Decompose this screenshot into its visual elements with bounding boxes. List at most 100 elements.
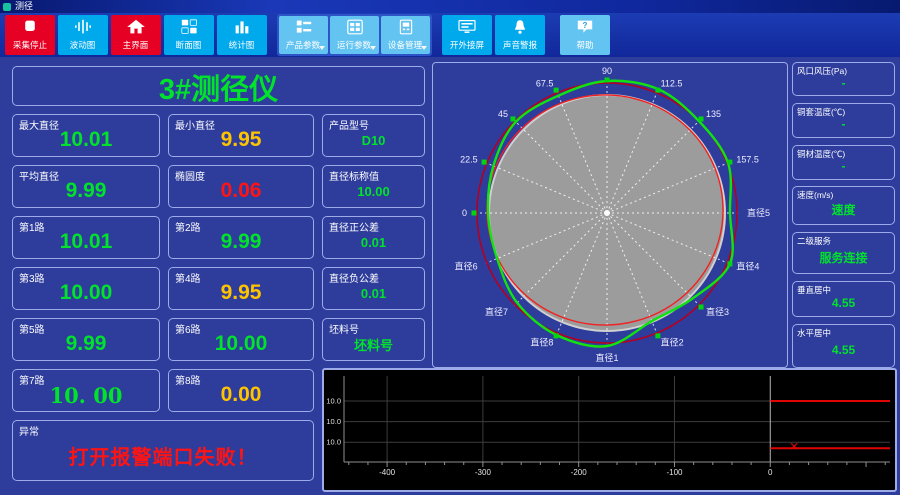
toolbar-button-collect-stop[interactable]: 采集停止: [5, 15, 55, 55]
field-value: 10. 00: [49, 382, 123, 408]
trend-y-label: 10.0: [326, 396, 341, 405]
trend-x-label: 0: [768, 468, 773, 477]
grid-squares-icon: [181, 19, 197, 34]
field-channel-6: 第6路 10.00: [168, 318, 314, 361]
polar-label: 112.5: [661, 79, 683, 89]
field-value: 10.01: [59, 230, 113, 253]
trend-chart: 10.0 10.0 10.0 -400 -300 -200 -100 0: [326, 376, 890, 477]
trend-panel: 10.0 10.0 10.0 -400 -300 -200 -100 0: [322, 368, 897, 492]
toolbar-button-main-screen[interactable]: 主界面: [111, 15, 161, 55]
alert-message: 打开报警端口失败！: [68, 446, 258, 469]
chevron-down-icon: [421, 46, 427, 50]
toolbar-button-label: 产品参数: [286, 40, 321, 50]
field-min-diameter: 最小直径 9.95: [168, 114, 314, 157]
field-value: 10.00: [214, 332, 268, 355]
cross-section-panel: 90 112.5 135 157.5 直径5 直径4 直径3 直径2 直径1 直径8 直径7 直径6 0…: [432, 62, 788, 368]
polar-label: 直径8: [530, 336, 553, 347]
field-value: 9.99: [220, 230, 262, 253]
toolbar: 采集停止 波动图 主界面 断面图 统计图 产品参数 运行参数 设备管理 开外接屏…: [0, 13, 900, 57]
trend-y-label: 10.0: [326, 438, 341, 447]
profile-marker: [727, 159, 733, 165]
field-ovality: 椭圆度 0.06: [168, 165, 314, 208]
field-copper-sleeve-temp: 铜套温度(℃) -: [792, 102, 895, 138]
toolbar-button-label: 设备管理: [388, 40, 423, 50]
status-column: 风口风压(Pa) - 铜套温度(℃) - 铜材温度(℃) - 速度(m/s) 速…: [792, 62, 895, 368]
device-title: 3#测径仪: [158, 74, 279, 106]
device-title-box: 3#测径仪: [12, 66, 425, 106]
field-minus-tolerance: 直径负公差 0.01: [322, 267, 425, 310]
field-value: 10.01: [59, 128, 113, 151]
field-horizontal-center: 水平居中 4.55: [792, 323, 895, 368]
svg-text:?: ?: [583, 21, 588, 30]
device-icon: [399, 19, 412, 35]
toolbar-button-run-params[interactable]: 运行参数: [330, 16, 379, 54]
field-value: 坯料号: [353, 337, 393, 353]
polar-label: 135: [706, 109, 721, 119]
field-value: 0.00: [220, 383, 262, 406]
field-value: 9.99: [65, 332, 107, 355]
app-icon: [3, 2, 11, 11]
profile-marker: [698, 304, 704, 310]
toolbar-button-help[interactable]: ? 帮助: [560, 15, 610, 55]
field-channel-8: 第8路 0.00: [168, 369, 314, 412]
toolbar-button-label: 波动图: [70, 40, 96, 50]
profile-marker: [604, 77, 610, 83]
toolbar-button-section-chart[interactable]: 断面图: [164, 15, 214, 55]
profile-marker: [698, 116, 704, 122]
field-value: 速度: [831, 203, 856, 218]
help-icon: ?: [577, 20, 593, 33]
toolbar-button-label: 帮助: [576, 40, 594, 50]
stop-icon: [25, 20, 35, 31]
field-value: D10: [361, 132, 386, 148]
field-value: 0.06: [220, 179, 262, 202]
chevron-down-icon: [319, 46, 325, 50]
field-value: 服务连接: [819, 250, 868, 265]
field-value: 0.01: [360, 285, 387, 301]
toolbar-button-label: 运行参数: [337, 40, 372, 50]
waveform-icon: [75, 19, 91, 34]
polar-center: [604, 210, 610, 216]
profile-marker: [553, 87, 559, 93]
polar-label: 直径1: [595, 352, 618, 363]
field-secondary-service: 二级服务 服务连接: [792, 232, 895, 275]
field-channel-4: 第4路 9.95: [168, 267, 314, 310]
toolbar-button-label: 声音警报: [502, 40, 538, 50]
toolbar-button-wave-chart[interactable]: 波动图: [58, 15, 108, 55]
field-vertical-center: 垂直居中 4.55: [792, 281, 895, 318]
trend-x-label: -400: [379, 468, 396, 477]
field-value: 4.55: [831, 342, 856, 357]
toolbar-button-ext-screen[interactable]: 开外接屏: [442, 15, 492, 55]
field-alert: 异常 打开报警端口失败！: [12, 420, 314, 481]
toolbar-button-product-params[interactable]: 产品参数: [279, 16, 328, 54]
field-value: 9.95: [220, 281, 262, 304]
profile-marker: [510, 116, 516, 122]
toolbar-button-stats-chart[interactable]: 统计图: [217, 15, 267, 55]
field-value: 9.99: [65, 179, 107, 202]
cross-section-chart: 90 112.5 135 157.5 直径5 直径4 直径3 直径2 直径1 直径8 直径7 直径6 0…: [455, 66, 770, 363]
toolbar-button-label: 断面图: [176, 40, 202, 50]
polar-label: 157.5: [736, 154, 759, 164]
profile-marker: [481, 159, 487, 165]
field-air-pressure: 风口风压(Pa) -: [792, 62, 895, 96]
field-value: 9.95: [220, 128, 262, 151]
trend-y-label: 10.0: [326, 417, 341, 426]
toolbar-button-device-mgmt[interactable]: 设备管理: [381, 16, 430, 54]
field-channel-2: 第2路 9.99: [168, 216, 314, 259]
polar-label: 直径3: [706, 306, 729, 317]
field-value: -: [841, 117, 846, 132]
toolbar-params-group: 产品参数 运行参数 设备管理: [277, 14, 432, 56]
field-billet-no: 坯料号 坯料号: [322, 318, 425, 361]
toolbar-button-sound-alarm[interactable]: 声音警报: [495, 15, 545, 55]
polar-label: 直径6: [455, 261, 478, 272]
toolbar-button-label: 开外接屏: [449, 40, 485, 50]
polar-label: 22.5: [460, 154, 478, 164]
polar-label: 90: [602, 66, 612, 76]
trend-x-label: -100: [666, 468, 683, 477]
field-max-diameter: 最大直径 10.01: [12, 114, 160, 157]
window-titlebar: 测径: [0, 0, 900, 13]
polar-label: 直径7: [485, 306, 508, 317]
field-channel-3: 第3路 10.00: [12, 267, 160, 310]
toolbar-button-label: 主界面: [123, 40, 149, 50]
trend-x-label: -200: [571, 468, 588, 477]
bar-chart-icon: [235, 21, 249, 34]
